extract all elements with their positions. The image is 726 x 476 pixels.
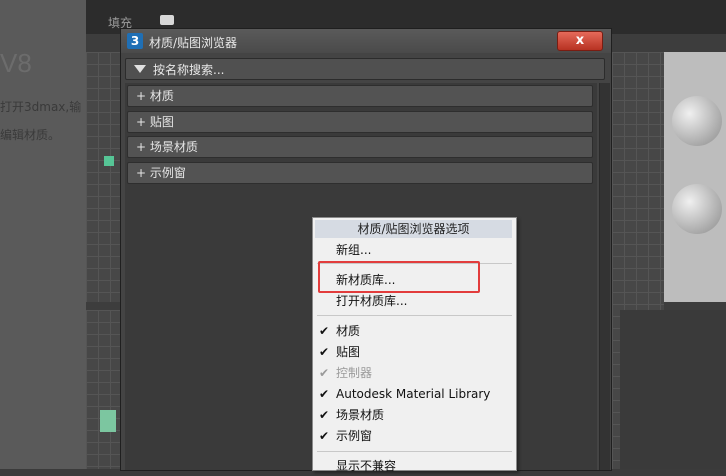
- menu-separator: [317, 315, 512, 316]
- rollout-scene-materials[interactable]: + 场景材质: [127, 136, 593, 158]
- viewport-left-top[interactable]: [86, 52, 120, 302]
- menu-item-controllers: ✔ 控制器: [313, 363, 516, 383]
- material-sphere-icon[interactable]: [672, 96, 722, 146]
- menu-header: 材质/贴图浏览器选项: [315, 220, 512, 238]
- menu-item-label: 打开材质库...: [336, 294, 408, 308]
- check-icon: ✔: [319, 408, 330, 422]
- viewport-perspective[interactable]: [620, 310, 726, 469]
- menu-separator: [317, 451, 512, 452]
- side-text-1: 打开3dmax,输: [0, 100, 82, 114]
- check-icon: ✔: [319, 345, 330, 359]
- material-slots-panel[interactable]: [664, 52, 726, 302]
- menu-item-maps[interactable]: ✔ 贴图: [313, 342, 516, 362]
- check-icon: ✔: [319, 387, 330, 401]
- menu-item-label: 示例窗: [336, 429, 373, 443]
- teapot-icon: [100, 410, 116, 432]
- menu-item-label: 材质: [336, 324, 361, 338]
- material-sphere-icon[interactable]: [672, 184, 722, 234]
- 3dsmax-app-icon: 3: [127, 33, 143, 49]
- rollout-sample-slots[interactable]: + 示例窗: [127, 162, 593, 184]
- menu-item-label: 贴图: [336, 345, 361, 359]
- dialog-titlebar[interactable]: 3 材质/贴图浏览器 x: [121, 29, 611, 53]
- scrollbar[interactable]: [599, 83, 610, 470]
- gizmo-icon: [104, 156, 114, 166]
- menu-item-label: 控制器: [336, 366, 373, 380]
- side-text-2: 编辑材质。: [0, 128, 61, 142]
- dropdown-arrow-icon[interactable]: [134, 65, 146, 73]
- close-button[interactable]: x: [557, 31, 603, 51]
- menu-item-label: 场景材质: [336, 408, 385, 422]
- menu-item-scene-materials[interactable]: ✔ 场景材质: [313, 405, 516, 425]
- menu-item-new-group[interactable]: 新组...: [313, 240, 516, 260]
- rollout-maps[interactable]: + 贴图: [127, 111, 593, 133]
- highlight-annotation: [318, 261, 480, 293]
- menu-item-label: Autodesk Material Library: [336, 387, 491, 401]
- check-icon: ✔: [319, 324, 330, 338]
- menu-item-label: 新组...: [336, 243, 372, 257]
- menu-item-show-incompatible[interactable]: 显示不兼容: [313, 456, 516, 476]
- check-icon: ✔: [319, 429, 330, 443]
- menu-item-sample-slots[interactable]: ✔ 示例窗: [313, 426, 516, 446]
- side-title: V8: [0, 48, 32, 78]
- menu-item-open-material-library[interactable]: 打开材质库...: [313, 291, 516, 311]
- menu-item-autodesk-material-library[interactable]: ✔ Autodesk Material Library: [313, 384, 516, 404]
- rollout-materials[interactable]: + 材质: [127, 85, 593, 107]
- browser-options-menu: 材质/贴图浏览器选项 新组... 新材质库... 打开材质库... ✔ 材质 ✔…: [312, 217, 517, 473]
- search-placeholder: 按名称搜索...: [153, 63, 225, 77]
- viewport-left-bottom[interactable]: [86, 310, 120, 469]
- check-icon: ✔: [319, 366, 330, 380]
- menu-item-materials[interactable]: ✔ 材质: [313, 321, 516, 341]
- toolbar-dropdown-icon[interactable]: [160, 15, 174, 25]
- search-input[interactable]: 按名称搜索...: [125, 58, 605, 80]
- menu-item-label: 显示不兼容: [336, 459, 397, 473]
- dialog-title: 材质/贴图浏览器: [149, 36, 238, 50]
